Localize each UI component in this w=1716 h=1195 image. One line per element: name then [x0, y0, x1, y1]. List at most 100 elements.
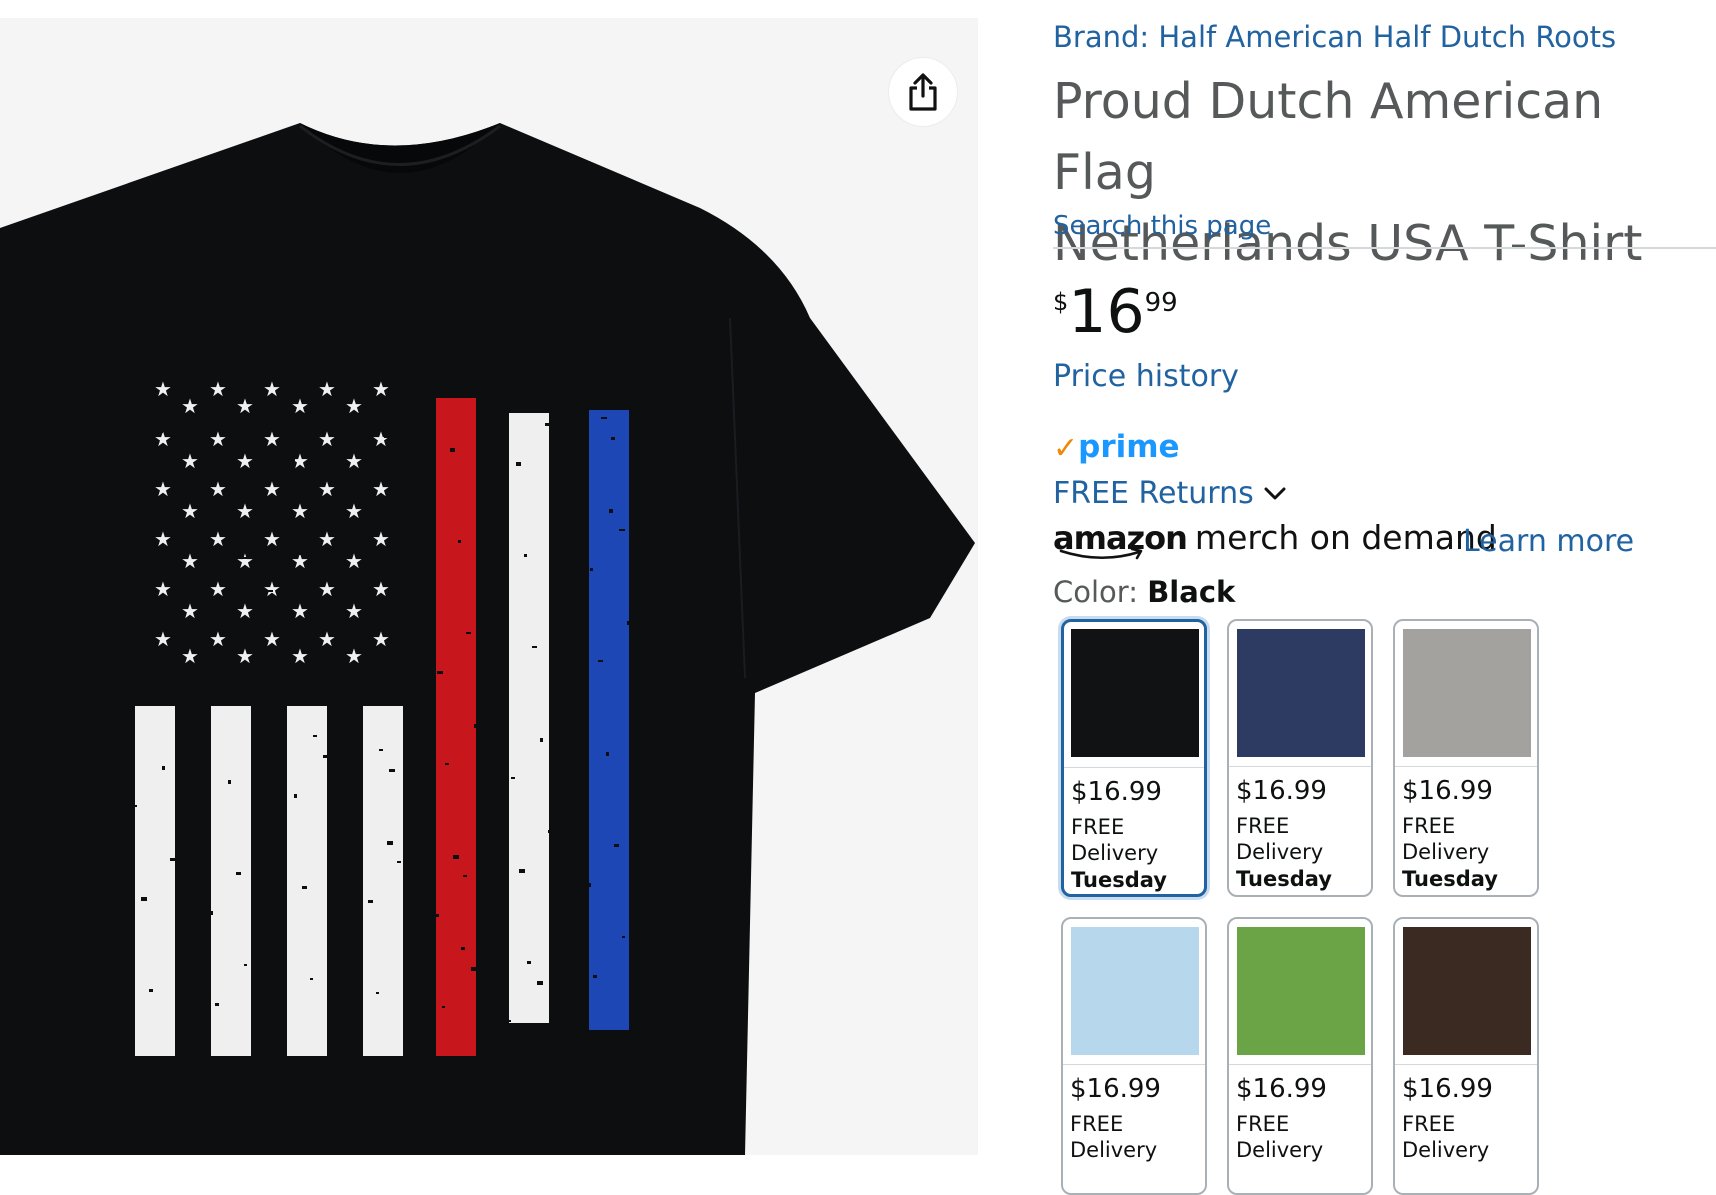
svg-text:★: ★ — [372, 477, 390, 501]
checkmark-icon: ✓ — [1053, 431, 1079, 466]
swatch-divider — [1064, 767, 1204, 768]
smile-icon — [1059, 548, 1143, 560]
swatch-color-chip — [1403, 927, 1531, 1055]
swatch-delivery-label: Delivery — [1070, 1138, 1158, 1162]
swatch-color-chip — [1071, 927, 1199, 1055]
free-returns-dropdown[interactable]: FREE Returns — [1053, 476, 1286, 511]
svg-text:★: ★ — [209, 377, 227, 401]
svg-text:★: ★ — [209, 577, 227, 601]
prime-label: prime — [1078, 429, 1180, 465]
color-swatch[interactable]: $16.99 FREE Delivery Tuesday — [1227, 619, 1373, 897]
svg-text:★: ★ — [291, 599, 309, 623]
svg-text:★: ★ — [181, 599, 199, 623]
svg-text:★: ★ — [372, 627, 390, 651]
swatch-free-label: FREE — [1071, 815, 1125, 839]
svg-text:★: ★ — [345, 394, 363, 418]
swatch-delivery-label: Delivery — [1402, 840, 1490, 864]
svg-text:★: ★ — [209, 477, 227, 501]
color-value: Black — [1147, 575, 1236, 609]
color-swatches: $16.99 FREE Delivery Tuesday $16.99 FREE Deliv… — [1061, 619, 1561, 1195]
svg-text:★: ★ — [291, 644, 309, 668]
divider — [1053, 247, 1716, 249]
swatch-free-label: FREE — [1236, 814, 1290, 838]
svg-text:★: ★ — [154, 527, 172, 551]
svg-text:★: ★ — [154, 427, 172, 451]
swatch-price: $16.99 — [1402, 776, 1493, 806]
swatch-price: $16.99 — [1402, 1074, 1493, 1104]
color-swatch[interactable]: $16.99 FREE Delivery — [1393, 917, 1539, 1195]
chevron-down-icon — [1264, 487, 1286, 499]
svg-text:★: ★ — [154, 577, 172, 601]
product-image-panel[interactable]: ★ ★ ★ ★ ★ ★ ★ ★ ★ ★ ★ ★ ★ ★ ★ ★ ★ ★ ★ ★ ★ ★ ★ ★ ★ ★ ★ ★ ★ ★ ★ ★ ★ ★ ★ ★ ★ ★ ★ ★… — [0, 18, 978, 1155]
svg-text:★: ★ — [291, 499, 309, 523]
search-this-page-link[interactable]: Search this page — [1053, 211, 1271, 241]
swatch-divider — [1395, 766, 1537, 767]
svg-text:★: ★ — [181, 549, 199, 573]
svg-text:★: ★ — [263, 577, 281, 601]
svg-text:★: ★ — [318, 627, 336, 651]
svg-text:★: ★ — [236, 394, 254, 418]
svg-text:★: ★ — [236, 644, 254, 668]
price: $1699 — [1053, 280, 1178, 344]
color-swatch[interactable]: $16.99 FREE Delivery Tuesday — [1393, 619, 1539, 897]
free-returns-label: FREE Returns — [1053, 476, 1254, 511]
merch-text: merch on demand — [1194, 518, 1497, 557]
swatch-color-chip — [1237, 629, 1365, 757]
svg-text:★: ★ — [154, 477, 172, 501]
share-button[interactable] — [889, 58, 957, 126]
color-swatch[interactable]: $16.99 FREE Delivery Tuesday — [1061, 619, 1207, 897]
svg-text:★: ★ — [263, 427, 281, 451]
svg-text:★: ★ — [318, 427, 336, 451]
swatch-free-label: FREE — [1402, 814, 1456, 838]
swatch-delivery-day: Tuesday — [1236, 867, 1332, 891]
svg-text:★: ★ — [291, 394, 309, 418]
svg-text:★: ★ — [154, 377, 172, 401]
svg-text:★: ★ — [154, 627, 172, 651]
color-swatch[interactable]: $16.99 FREE Delivery — [1227, 917, 1373, 1195]
svg-text:★: ★ — [236, 549, 254, 573]
svg-text:★: ★ — [209, 427, 227, 451]
price-fraction: 99 — [1144, 288, 1178, 318]
svg-text:★: ★ — [345, 449, 363, 473]
swatch-free-label: FREE — [1070, 1112, 1124, 1136]
merch-on-demand: amazon merch on demand — [1053, 518, 1497, 560]
svg-text:★: ★ — [263, 477, 281, 501]
prime-badge: ✓ prime — [1053, 428, 1180, 466]
swatch-color-chip — [1403, 629, 1531, 757]
price-symbol: $ — [1053, 288, 1069, 316]
color-swatch[interactable]: $16.99 FREE Delivery — [1061, 917, 1207, 1195]
swatch-delivery-day: Tuesday — [1402, 867, 1498, 891]
price-history-link[interactable]: Price history — [1053, 359, 1239, 394]
svg-text:★: ★ — [345, 644, 363, 668]
svg-text:★: ★ — [209, 527, 227, 551]
product-image[interactable]: ★ ★ ★ ★ ★ ★ ★ ★ ★ ★ ★ ★ ★ ★ ★ ★ ★ ★ ★ ★ ★ ★ ★ ★ ★ ★ ★ ★ ★ ★ ★ ★ ★ ★ ★ ★ ★ ★ ★ ★… — [0, 18, 978, 1155]
swatch-divider — [1395, 1064, 1537, 1065]
share-icon — [909, 73, 937, 111]
svg-text:★: ★ — [263, 627, 281, 651]
svg-text:★: ★ — [236, 449, 254, 473]
svg-text:★: ★ — [181, 644, 199, 668]
svg-text:★: ★ — [372, 577, 390, 601]
svg-text:★: ★ — [345, 599, 363, 623]
svg-text:★: ★ — [372, 527, 390, 551]
learn-more-link[interactable]: Learn more — [1463, 524, 1634, 559]
color-selection-label: Color: Black — [1053, 575, 1235, 609]
svg-text:★: ★ — [318, 577, 336, 601]
swatch-price: $16.99 — [1236, 776, 1327, 806]
svg-text:★: ★ — [181, 394, 199, 418]
svg-text:★: ★ — [318, 527, 336, 551]
swatch-price: $16.99 — [1071, 777, 1162, 807]
svg-text:★: ★ — [318, 377, 336, 401]
swatch-delivery-label: Delivery — [1071, 841, 1159, 865]
swatch-delivery-label: Delivery — [1236, 840, 1324, 864]
swatch-delivery-day: Tuesday — [1071, 868, 1167, 892]
svg-text:★: ★ — [209, 627, 227, 651]
svg-text:★: ★ — [318, 477, 336, 501]
amazon-logo: amazon — [1053, 518, 1188, 560]
swatch-divider — [1229, 766, 1371, 767]
brand-link[interactable]: Brand: Half American Half Dutch Roots — [1053, 20, 1616, 54]
swatch-color-chip — [1071, 629, 1199, 757]
svg-text:★: ★ — [263, 527, 281, 551]
color-label: Color: — [1053, 575, 1138, 609]
svg-text:★: ★ — [345, 499, 363, 523]
